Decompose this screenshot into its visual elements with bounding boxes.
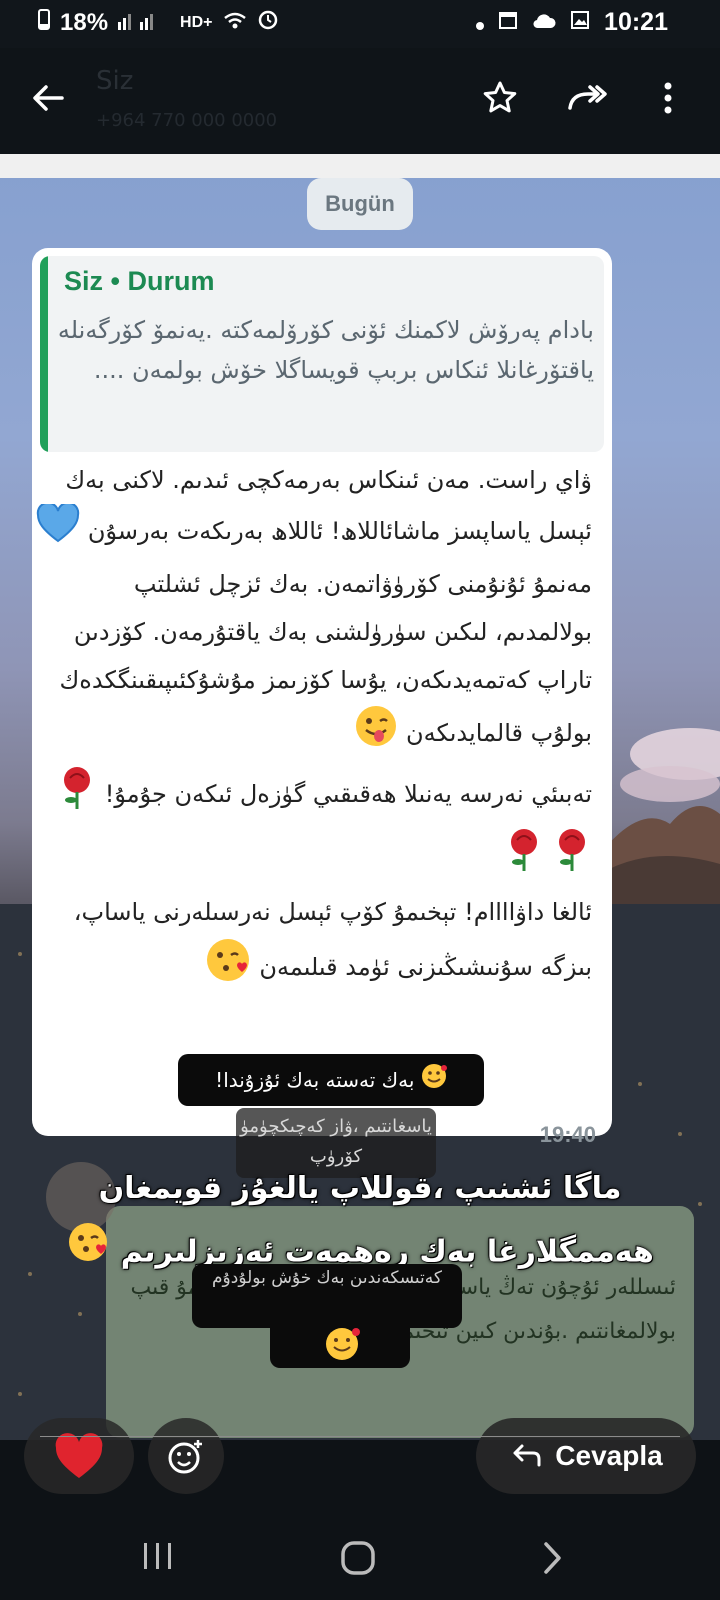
add-reaction-button[interactable] xyxy=(148,1418,224,1494)
reply-arrow-icon xyxy=(513,1444,541,1467)
winking-tongue-emoji-icon xyxy=(354,704,398,764)
notification-dot-icon xyxy=(476,8,485,37)
wifi-icon xyxy=(223,9,247,37)
emoji-add-icon xyxy=(168,1440,202,1474)
battery-icon xyxy=(38,8,50,37)
quote-header: Siz • Durum xyxy=(64,266,215,296)
network-type: HD+ xyxy=(180,13,213,31)
rose-icon xyxy=(552,826,592,888)
battery-level: 18% xyxy=(60,8,109,36)
rose-icon xyxy=(504,826,544,888)
kissing-heart-emoji-icon xyxy=(204,936,252,1000)
status-bar: 18% HD+ 10:21 xyxy=(0,0,720,48)
message-paragraph-1: ۋاي راست. مەن ئىنكاس بەرمەكچى ئىدىم. لاك… xyxy=(36,456,592,560)
kissing-heart-emoji-icon xyxy=(66,1220,110,1286)
smiling-hearts-emoji-icon xyxy=(421,1056,447,1108)
text-sticker-top: بەك تەستە بەك ئۇزۇندا! xyxy=(178,1054,484,1106)
message-paragraph-3: تەبىئي نەرسە يەنىلا ھەقىقىي گۈزەل ئىكەن … xyxy=(36,764,592,888)
app-bar: Siz +964 770 000 0000 xyxy=(0,48,720,154)
cloud-icon xyxy=(532,8,556,37)
quote-text: بادام پەرۆش لاکمنك ئۆنى كۆرۆلمەكتە .يەنم… xyxy=(57,316,594,384)
message-time: 19:40 xyxy=(539,1122,596,1147)
progress-divider xyxy=(40,1436,680,1437)
blue-heart-icon xyxy=(36,501,80,560)
chat-area: Bugün Siz • Durum بادام پەرۆش لاکمنك ئۆن… xyxy=(0,154,720,1440)
like-button[interactable] xyxy=(24,1418,134,1494)
heart-icon xyxy=(55,1433,103,1478)
contact-name-faded: Siz xyxy=(96,66,134,96)
alarm-icon xyxy=(257,8,279,37)
text-sticker-bottom: كەتىسكەندىن بەك خۇش بولۇدۇم xyxy=(192,1264,462,1328)
forward-icon[interactable] xyxy=(566,78,610,118)
calendar-icon xyxy=(498,8,518,37)
message-bubble[interactable]: Siz • Durum بادام پەرۆش لاکمنك ئۆنى كۆرۆ… xyxy=(32,248,612,1147)
rose-icon xyxy=(57,764,97,826)
message-text: ۋاي راست. مەن ئىنكاس بەرمەكچى ئىدىم. لاك… xyxy=(36,456,592,1000)
back-arrow-icon[interactable] xyxy=(28,78,68,118)
message-paragraph-4: ئالغا داۋاااام! تېخىمۇ كۆپ ئېسل نەرسىلەر… xyxy=(36,888,592,1000)
message-paragraph-2: مەنمۇ ئۇنۇمنى كۆرۈۋاتمەن. بەك ئزچل ئشلتپ… xyxy=(36,560,592,764)
home-icon[interactable] xyxy=(340,1540,376,1580)
clock: 10:21 xyxy=(604,8,668,36)
quote-accent-bar xyxy=(40,256,48,452)
star-icon[interactable] xyxy=(480,78,520,118)
recent-apps-icon[interactable] xyxy=(142,1540,174,1576)
quoted-status[interactable]: Siz • Durum بادام پەرۆش لاکمنك ئۆنى كۆرۆ… xyxy=(40,256,604,452)
contact-number-faded: +964 770 000 0000 xyxy=(96,110,278,131)
reply-button[interactable]: Cevapla xyxy=(476,1418,696,1494)
date-divider: Bugün xyxy=(307,178,413,230)
more-options-icon[interactable] xyxy=(658,78,678,118)
text-sticker-bottom-tail xyxy=(270,1324,410,1368)
back-nav-icon[interactable] xyxy=(540,1540,564,1580)
signal-icon xyxy=(118,10,170,35)
status-right: 10:21 xyxy=(476,8,668,37)
chat-top-strip xyxy=(0,154,720,178)
system-nav-bar xyxy=(0,1510,720,1600)
reply-label: Cevapla xyxy=(555,1440,663,1471)
status-action-bar: Cevapla xyxy=(0,1418,720,1510)
gallery-icon xyxy=(570,8,590,37)
smiling-hearts-emoji-icon xyxy=(324,1326,360,1366)
status-left: 18% HD+ xyxy=(38,8,279,37)
